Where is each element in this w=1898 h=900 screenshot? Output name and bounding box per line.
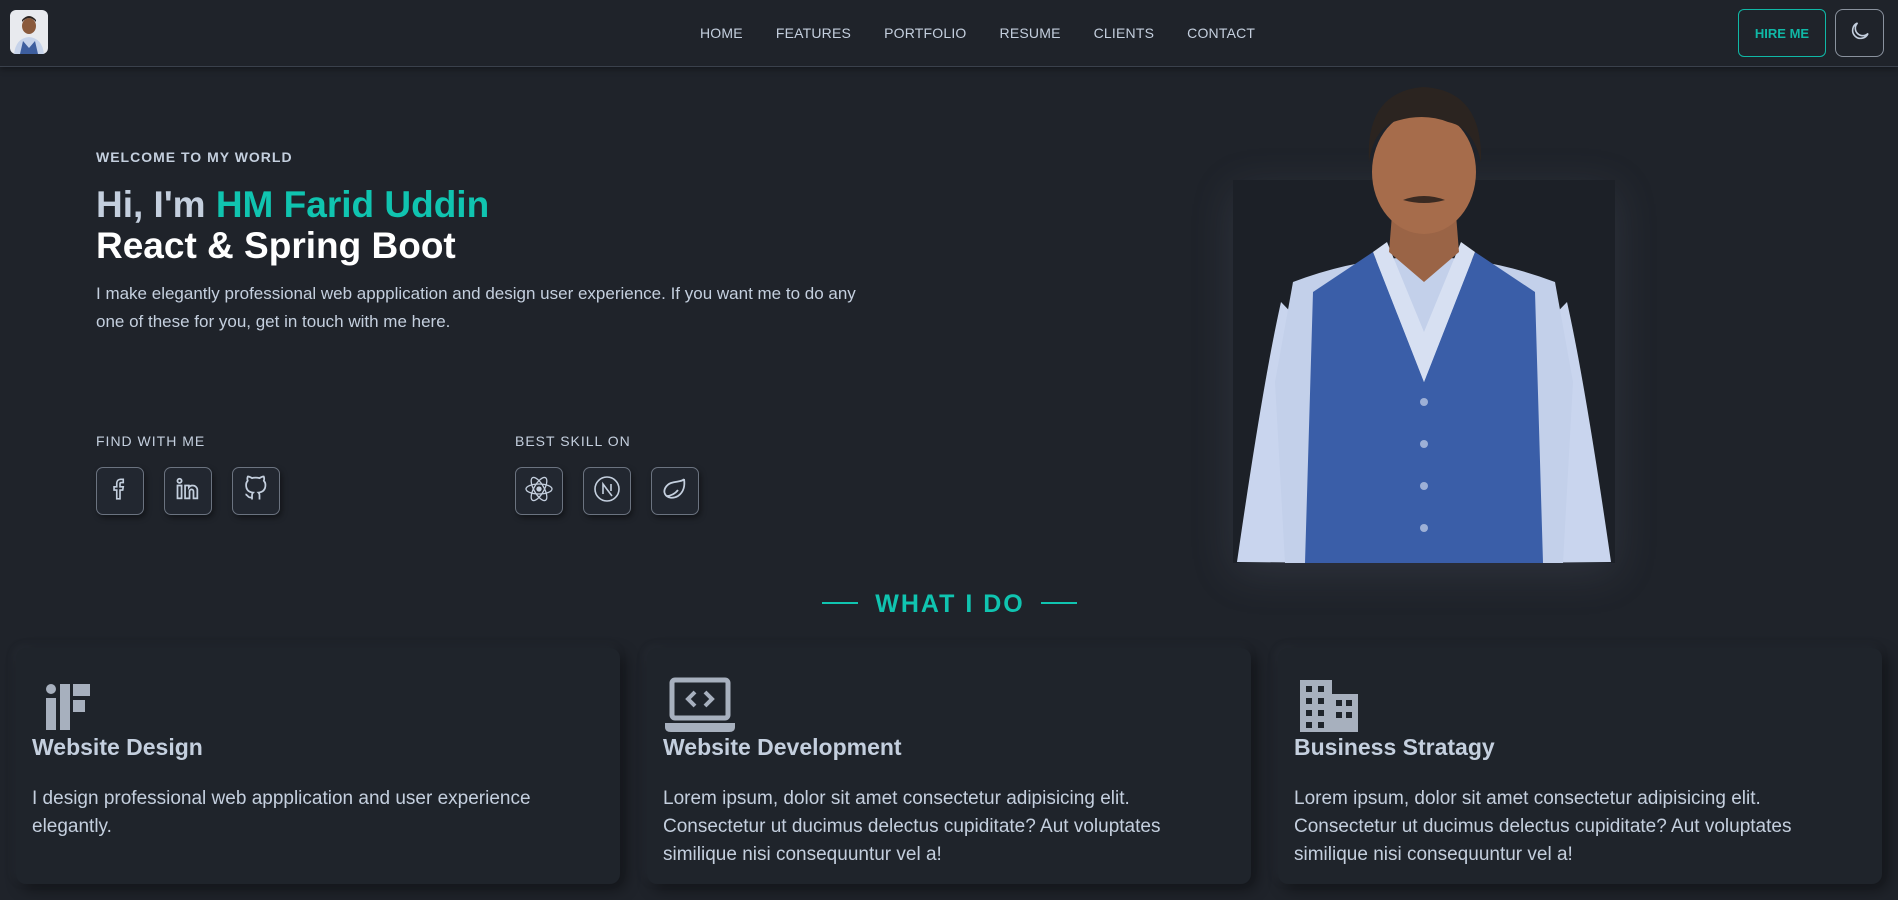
github-icon	[242, 475, 270, 508]
best-skill-label: BEST SKILL ON	[515, 433, 631, 449]
facebook-link[interactable]	[96, 467, 144, 515]
what-i-do-line-right	[1041, 602, 1077, 604]
react-skill[interactable]	[515, 467, 563, 515]
nav-home[interactable]: HOME	[700, 25, 743, 41]
hire-me-button[interactable]: HIRE ME	[1738, 9, 1826, 57]
service-card-design[interactable]: Website Design I design professional web…	[16, 648, 620, 884]
hero-description: I make elegantly professional web apppli…	[96, 284, 856, 331]
what-i-do-title: WHAT I DO	[875, 590, 1025, 618]
profile-photo	[1233, 82, 1615, 563]
card-title: Website Development	[663, 734, 902, 760]
avatar[interactable]	[10, 10, 48, 54]
linkedin-icon	[174, 475, 202, 508]
react-icon	[523, 473, 555, 510]
find-with-me-label: FIND WITH ME	[96, 433, 206, 449]
card-description: Lorem ipsum, dolor sit amet consectetur …	[663, 788, 1161, 865]
service-card-business[interactable]: Business Stratagy Lorem ipsum, dolor sit…	[1278, 648, 1882, 884]
welcome-text: WELCOME TO MY WORLD	[96, 149, 293, 165]
greeting: Hi, I'm	[96, 184, 216, 225]
nav-contact[interactable]: CONTACT	[1187, 25, 1255, 41]
nextjs-skill[interactable]	[583, 467, 631, 515]
moon-icon	[1848, 19, 1872, 48]
main-nav: HOME FEATURES PORTFOLIO RESUME CLIENTS C…	[700, 0, 1288, 66]
github-link[interactable]	[232, 467, 280, 515]
service-card-development[interactable]: Website Development Lorem ipsum, dolor s…	[647, 648, 1251, 884]
nav-clients[interactable]: CLIENTS	[1094, 25, 1155, 41]
hero-name: HM Farid Uddin	[215, 184, 490, 225]
nav-portfolio[interactable]: PORTFOLIO	[884, 25, 966, 41]
spring-skill[interactable]	[651, 467, 699, 515]
card-title: Website Design	[32, 734, 203, 760]
navbar: HOME FEATURES PORTFOLIO RESUME CLIENTS C…	[0, 0, 1898, 67]
nav-resume[interactable]: RESUME	[1000, 25, 1061, 41]
card-description: I design professional web appplication a…	[32, 788, 531, 837]
theme-toggle-button[interactable]	[1835, 9, 1884, 57]
nav-features[interactable]: FEATURES	[776, 25, 851, 41]
hero-role: React & Spring Boot	[96, 225, 456, 266]
hero-heading: Hi, I'm HM Farid Uddin React & Spring Boo…	[96, 184, 489, 266]
facebook-icon	[107, 476, 133, 507]
what-i-do-line-left	[822, 602, 858, 604]
nextjs-icon	[592, 474, 622, 509]
card-title: Business Stratagy	[1294, 734, 1495, 760]
spring-icon	[660, 474, 690, 509]
card-description: Lorem ipsum, dolor sit amet consectetur …	[1294, 788, 1792, 865]
linkedin-link[interactable]	[164, 467, 212, 515]
